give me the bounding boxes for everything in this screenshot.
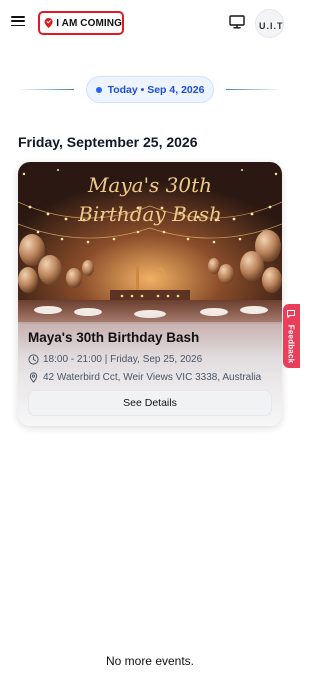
event-time-row: 18:00 - 21:00 | Friday, Sep 25, 2026 (28, 354, 202, 365)
today-row: Today • Sep 4, 2026 (0, 74, 300, 104)
today-button[interactable]: Today • Sep 4, 2026 (86, 76, 214, 103)
date-heading: Friday, September 25, 2026 (18, 134, 198, 150)
feedback-icon (287, 310, 295, 319)
feedback-label: Feedback (286, 324, 296, 364)
event-location: 42 Waterbird Cct, Weir Views VIC 3338, A… (43, 372, 262, 383)
top-header: I AM COMING U.I.T (0, 0, 300, 46)
cover-title-line2: Birthday Bash (77, 202, 222, 226)
today-label: Today • Sep 4, 2026 (107, 83, 205, 96)
logo-text: I AM COMING (56, 17, 122, 29)
event-card-body: Maya's 30th Birthday Bash 18:00 - 21:00 … (18, 322, 282, 426)
event-card[interactable]: Maya's 30th Birthday Bash Maya's 30th Bi… (18, 162, 282, 426)
monitor-icon[interactable] (229, 15, 245, 29)
event-title: Maya's 30th Birthday Bash (28, 330, 200, 345)
avatar-initials: U.I.T (259, 21, 284, 31)
divider-left (18, 89, 74, 90)
clock-icon (28, 354, 39, 365)
today-dot-icon (95, 86, 102, 93)
event-time: 18:00 - 21:00 | Friday, Sep 25, 2026 (43, 354, 203, 365)
app-logo[interactable]: I AM COMING (38, 11, 124, 35)
map-pin-icon (29, 372, 38, 383)
cover-title-line1: Maya's 30th (87, 173, 212, 197)
avatar[interactable]: U.I.T (255, 9, 284, 38)
no-more-events-text: No more events. (105, 654, 195, 668)
hamburger-menu-icon[interactable] (11, 14, 25, 28)
feedback-tab[interactable]: Feedback (283, 304, 300, 368)
event-location-row: 42 Waterbird Cct, Weir Views VIC 3338, A… (28, 372, 261, 383)
event-cover-image: Maya's 30th Birthday Bash (18, 162, 282, 324)
see-details-button[interactable]: See Details (28, 390, 272, 416)
divider-right (226, 89, 282, 90)
location-pin-icon (44, 17, 53, 29)
